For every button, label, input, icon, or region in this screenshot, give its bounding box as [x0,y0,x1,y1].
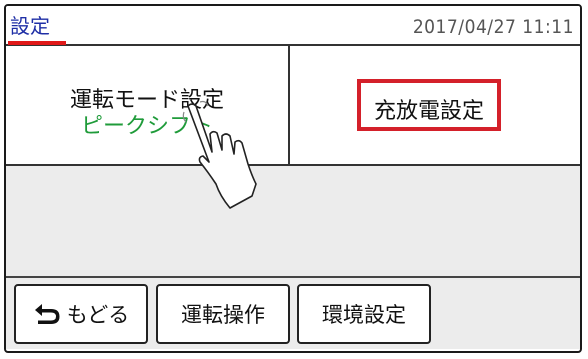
datetime-display: 2017/04/27 11:11 [412,16,574,38]
charge-discharge-label: 充放電設定 [373,99,484,124]
page-title: 設定 [10,14,50,38]
device-screen: 設定 2017/04/27 11:11 運転モード設定 ピークシフト 充放電設定… [4,4,582,353]
header-bar: 設定 2017/04/27 11:11 [6,6,580,46]
pointing-hand-icon [182,100,257,209]
nav-divider [6,276,580,278]
environment-settings-label: 環境設定 [322,303,406,327]
charge-discharge-tile[interactable]: 充放電設定 [290,46,580,166]
back-label: もどる [66,303,130,327]
environment-settings-button[interactable]: 環境設定 [297,284,431,344]
operations-button[interactable]: 運転操作 [156,284,290,344]
operations-label: 運転操作 [181,303,265,327]
title-underline [8,41,66,45]
return-arrow-icon [34,304,60,324]
back-button[interactable]: もどる [14,284,148,344]
charge-discharge-highlight: 充放電設定 [357,79,501,131]
